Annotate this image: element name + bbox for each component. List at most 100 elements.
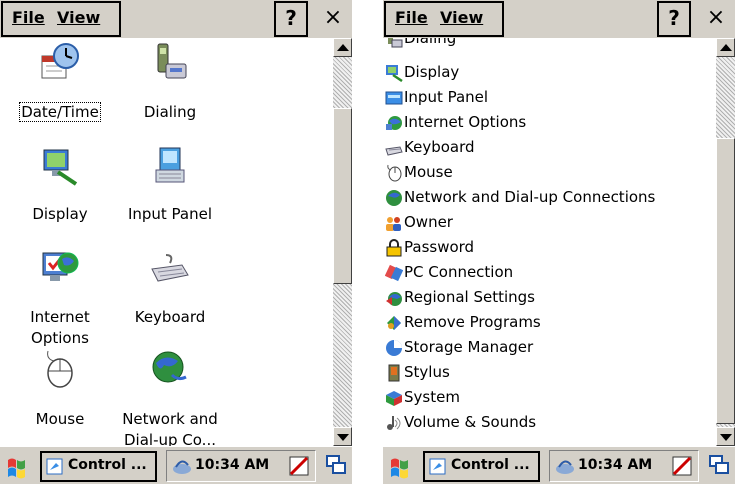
- help-button[interactable]: ?: [657, 1, 691, 37]
- item-label: Input Panel: [127, 205, 213, 223]
- item-label: Network and Dial-up Co...: [122, 410, 218, 446]
- list-item-label: Display: [404, 63, 460, 81]
- list-item-label: System: [404, 388, 460, 406]
- list-item-remove-programs[interactable]: Remove Programs: [383, 310, 713, 335]
- menu-view[interactable]: View: [57, 8, 100, 27]
- list-item-pc-connection[interactable]: PC Connection: [383, 260, 713, 285]
- list-item-internet-options[interactable]: Internet Options: [383, 110, 713, 135]
- dialing-icon: [388, 38, 403, 48]
- desktop-windows-icon[interactable]: [326, 455, 346, 475]
- menu-file[interactable]: File: [395, 8, 428, 27]
- storage-manager-icon: [386, 340, 402, 356]
- start-windows-flag-icon[interactable]: [385, 452, 415, 480]
- network-status-icon[interactable]: [172, 457, 192, 475]
- regional-settings-icon: [386, 292, 402, 306]
- list-item-network[interactable]: Network and Dial-up Connections: [383, 185, 713, 210]
- mouse-icon: [47, 350, 73, 388]
- vertical-scrollbar[interactable]: [333, 38, 352, 446]
- list-item-label: Dialing: [404, 38, 457, 47]
- menu-file[interactable]: File: [12, 8, 45, 27]
- arrow-up-icon: [720, 44, 732, 51]
- owner-icon: [386, 217, 401, 231]
- list-item-label: Regional Settings: [404, 288, 536, 306]
- taskbar-control-panel-button[interactable]: Control ...: [423, 451, 540, 482]
- input-pen-icon[interactable]: [288, 455, 310, 477]
- menu-view[interactable]: View: [440, 8, 483, 27]
- list-item-mouse[interactable]: Mouse: [383, 160, 713, 185]
- display-icon: [386, 65, 403, 82]
- list-item-password[interactable]: Password: [383, 235, 713, 260]
- item-date-time[interactable]: Date/Time: [0, 38, 120, 138]
- close-button[interactable]: ×: [316, 1, 350, 37]
- arrow-down-icon: [720, 434, 732, 441]
- list-item-system[interactable]: System: [383, 385, 713, 410]
- network-status-icon[interactable]: [555, 457, 575, 475]
- item-label: Mouse: [35, 410, 85, 428]
- stylus-icon: [388, 364, 400, 382]
- item-internet-options[interactable]: Internet Options: [0, 243, 120, 347]
- list-item-display[interactable]: Display: [383, 60, 713, 85]
- help-button[interactable]: ?: [274, 1, 308, 37]
- list-item-label: Owner: [404, 213, 453, 231]
- system-tray: 10:34 AM: [166, 450, 316, 482]
- volume-sounds-icon: [387, 416, 401, 430]
- list-item-label: Keyboard: [404, 138, 475, 156]
- clock[interactable]: 10:34 AM: [195, 457, 269, 473]
- item-label: Keyboard: [134, 308, 206, 326]
- dialing-icon: [157, 43, 187, 79]
- input-pen-icon[interactable]: [671, 455, 693, 477]
- item-list: Dialing Display Input Panel Internet Opt…: [383, 38, 716, 446]
- taskbar-button-label: Control ...: [451, 457, 530, 473]
- list-item-volume-sounds[interactable]: Volume & Sounds: [383, 410, 713, 435]
- control-panel-icon: [46, 458, 63, 475]
- taskbar-control-panel-button[interactable]: Control ...: [40, 451, 157, 482]
- internet-options-icon: [42, 252, 79, 281]
- mouse-icon: [387, 164, 402, 182]
- internet-options-icon: [386, 116, 402, 130]
- list-item-input-panel[interactable]: Input Panel: [383, 85, 713, 110]
- list-item-label: Storage Manager: [404, 338, 534, 356]
- list-item-label: Stylus: [404, 363, 450, 381]
- list-item-dialing[interactable]: Dialing: [383, 38, 713, 51]
- pc-connection-icon: [385, 264, 403, 282]
- clock[interactable]: 10:34 AM: [578, 457, 652, 473]
- item-mouse[interactable]: Mouse: [0, 343, 120, 446]
- item-dialing[interactable]: Dialing: [110, 38, 230, 138]
- item-network[interactable]: Network and Dial-up Co...: [110, 343, 230, 446]
- arrow-down-icon: [337, 434, 349, 441]
- vertical-scrollbar[interactable]: [716, 38, 735, 446]
- scroll-up-button[interactable]: [333, 38, 352, 57]
- item-display[interactable]: Display: [0, 138, 120, 238]
- scroll-thumb[interactable]: [716, 138, 735, 424]
- keyboard-icon: [385, 146, 403, 156]
- scroll-down-button[interactable]: [716, 427, 735, 446]
- item-input-panel[interactable]: Input Panel: [110, 138, 230, 238]
- desktop-windows-icon[interactable]: [709, 455, 729, 475]
- start-windows-flag-icon[interactable]: [2, 452, 32, 480]
- list-item-label: Internet Options: [404, 113, 527, 131]
- list-item-storage-manager[interactable]: Storage Manager: [383, 335, 713, 360]
- taskbar: Control ... 10:34 AM: [383, 446, 735, 484]
- password-lock-icon: [386, 239, 402, 257]
- menu-group: File View: [384, 1, 504, 37]
- scroll-up-button[interactable]: [716, 38, 735, 57]
- menu-group: File View: [1, 1, 121, 37]
- item-keyboard[interactable]: Keyboard: [110, 243, 230, 343]
- list-item-keyboard[interactable]: Keyboard: [383, 135, 713, 160]
- scroll-down-button[interactable]: [333, 427, 352, 446]
- list-item-stylus[interactable]: Stylus: [383, 360, 713, 385]
- list-item-owner[interactable]: Owner: [383, 210, 713, 235]
- list-item-regional-settings[interactable]: Regional Settings: [383, 285, 713, 310]
- menu-bar: File View ? ×: [0, 0, 352, 38]
- scroll-thumb[interactable]: [333, 108, 352, 284]
- input-panel-icon: [385, 91, 403, 105]
- input-panel-icon: [155, 147, 185, 183]
- list-item-label: Network and Dial-up Connections: [404, 188, 656, 206]
- keyboard-icon: [151, 254, 189, 282]
- close-button[interactable]: ×: [699, 1, 733, 37]
- network-icon: [152, 351, 187, 383]
- list-item-label: Volume & Sounds: [404, 413, 537, 431]
- list-item-label: Password: [404, 238, 475, 256]
- date-time-icon: [41, 43, 79, 79]
- control-panel-list-view: File View ? × Dialing Display Input Pane…: [383, 0, 735, 484]
